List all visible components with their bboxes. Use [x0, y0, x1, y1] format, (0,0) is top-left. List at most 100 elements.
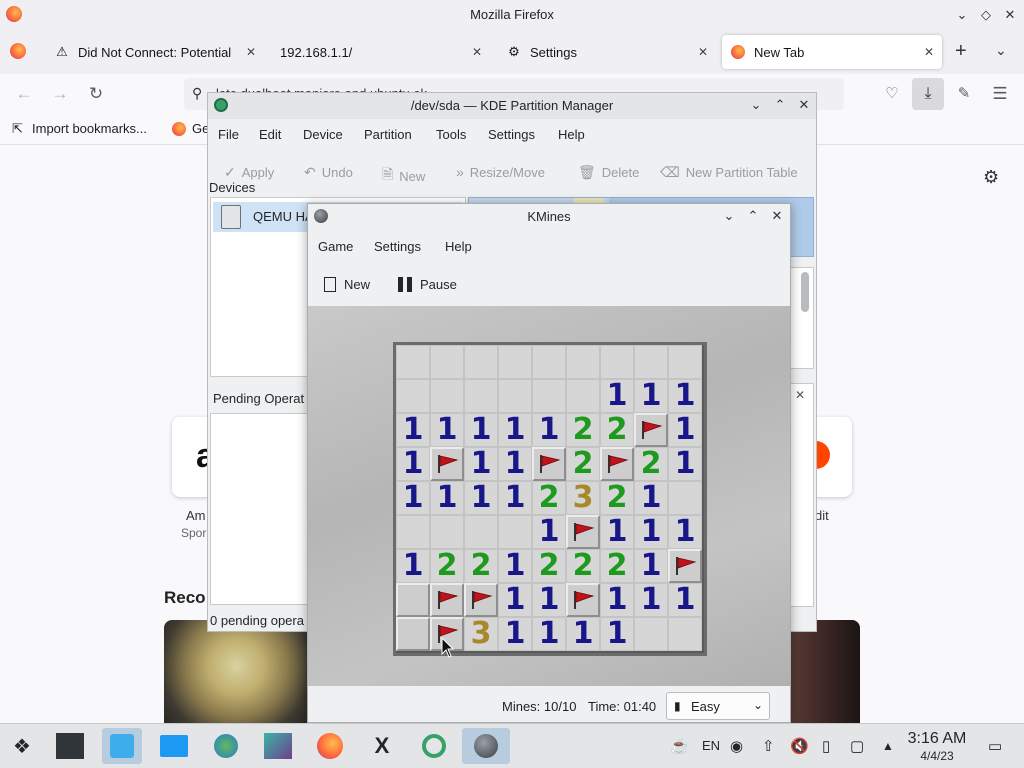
number-cell[interactable]: 1: [498, 549, 532, 583]
flag-cell[interactable]: [600, 447, 634, 481]
number-cell[interactable]: 2: [600, 549, 634, 583]
network-icon[interactable]: ▢: [850, 737, 864, 755]
xterm-icon[interactable]: X: [362, 728, 402, 764]
number-cell[interactable]: 1: [532, 413, 566, 447]
krita-icon[interactable]: [258, 728, 298, 764]
minimize-icon[interactable]: ⌄: [952, 5, 972, 25]
menu-settings[interactable]: Settings: [374, 239, 421, 254]
empty-cell[interactable]: [430, 379, 464, 413]
number-cell[interactable]: 2: [464, 549, 498, 583]
menu-game[interactable]: Game: [318, 239, 353, 254]
forward-icon[interactable]: →: [48, 82, 72, 106]
list-tabs-icon[interactable]: ⌄: [995, 42, 1007, 59]
empty-cell[interactable]: [532, 379, 566, 413]
flag-cell[interactable]: [430, 447, 464, 481]
empty-cell[interactable]: [566, 345, 600, 379]
number-cell[interactable]: 1: [668, 379, 702, 413]
empty-cell[interactable]: [396, 515, 430, 549]
delete-button[interactable]: 🗑 Delete: [578, 164, 639, 181]
close-icon[interactable]: ✕: [794, 95, 814, 115]
number-cell[interactable]: 2: [566, 549, 600, 583]
gear-icon[interactable]: ⚙: [983, 167, 999, 188]
tab-new-tab[interactable]: New Tab ✕: [722, 35, 942, 69]
menu-settings[interactable]: Settings: [488, 127, 535, 142]
resize-move-button[interactable]: » Resize/Move: [456, 164, 545, 180]
number-cell[interactable]: 1: [668, 447, 702, 481]
battery-icon[interactable]: ▯: [822, 737, 830, 755]
empty-cell[interactable]: [634, 617, 668, 651]
menu-file[interactable]: File: [218, 127, 239, 142]
tab-close-icon[interactable]: ✕: [472, 45, 482, 59]
recent-card-image[interactable]: [790, 620, 860, 723]
empty-cell[interactable]: [464, 345, 498, 379]
number-cell[interactable]: 1: [634, 515, 668, 549]
difficulty-select[interactable]: ▮ Easy ⌄: [666, 692, 770, 720]
menu-device[interactable]: Device: [303, 127, 343, 142]
scrollbar-handle[interactable]: [801, 272, 809, 312]
number-cell[interactable]: 2: [532, 549, 566, 583]
number-cell[interactable]: 1: [464, 413, 498, 447]
extensions-icon[interactable]: ✎: [952, 82, 976, 106]
window-titlebar[interactable]: /dev/sda — KDE Partition Manager ⌄ ⌃ ✕: [208, 93, 816, 119]
number-cell[interactable]: 2: [566, 447, 600, 481]
number-cell[interactable]: 1: [668, 413, 702, 447]
flag-cell[interactable]: [566, 515, 600, 549]
discover-icon[interactable]: [102, 728, 142, 764]
number-cell[interactable]: 2: [634, 447, 668, 481]
kmines-icon[interactable]: [462, 728, 510, 764]
tray-expand-icon[interactable]: ▲: [882, 739, 894, 753]
window-titlebar[interactable]: KMines ⌄ ⌃ ✕: [308, 204, 790, 230]
tab-router[interactable]: 192.168.1.1/ ✕: [272, 35, 490, 69]
clock-time[interactable]: 3:16 AM: [902, 730, 972, 748]
firefox-icon[interactable]: [310, 728, 350, 764]
recent-card-image[interactable]: [164, 620, 309, 723]
close-icon[interactable]: ✕: [795, 388, 805, 402]
flag-cell[interactable]: [668, 549, 702, 583]
empty-cell[interactable]: [498, 379, 532, 413]
number-cell[interactable]: 1: [396, 549, 430, 583]
maximize-icon[interactable]: ⌃: [743, 206, 763, 226]
empty-cell[interactable]: [396, 379, 430, 413]
minimize-icon[interactable]: ⌄: [719, 206, 739, 226]
number-cell[interactable]: 1: [464, 481, 498, 515]
back-icon[interactable]: ←: [12, 82, 36, 106]
number-cell[interactable]: 3: [566, 481, 600, 515]
dolphin-icon[interactable]: [154, 728, 194, 764]
empty-cell[interactable]: [464, 515, 498, 549]
show-desktop-icon[interactable]: ▭: [988, 737, 1002, 755]
number-cell[interactable]: 1: [498, 447, 532, 481]
close-icon[interactable]: ✕: [1000, 5, 1020, 25]
empty-cell[interactable]: [668, 345, 702, 379]
new-partition-table-button[interactable]: ⌫ New Partition Table: [660, 164, 798, 181]
pause-button[interactable]: Pause: [398, 277, 457, 292]
unrevealed-cell[interactable]: [396, 583, 430, 617]
number-cell[interactable]: 2: [600, 481, 634, 515]
number-cell[interactable]: 1: [464, 447, 498, 481]
number-cell[interactable]: 1: [668, 583, 702, 617]
eye-icon[interactable]: ◉: [730, 737, 743, 755]
number-cell[interactable]: 1: [498, 481, 532, 515]
tab-close-icon[interactable]: ✕: [698, 45, 708, 59]
number-cell[interactable]: 1: [634, 583, 668, 617]
reload-icon[interactable]: ↻: [84, 82, 108, 106]
flag-cell[interactable]: [430, 583, 464, 617]
number-cell[interactable]: 1: [600, 379, 634, 413]
number-cell[interactable]: 1: [396, 447, 430, 481]
number-cell[interactable]: 2: [430, 549, 464, 583]
empty-cell[interactable]: [498, 515, 532, 549]
number-cell[interactable]: 1: [600, 583, 634, 617]
empty-cell[interactable]: [430, 515, 464, 549]
number-cell[interactable]: 3: [464, 617, 498, 651]
tab-settings[interactable]: ⚙ Settings ✕: [498, 35, 716, 69]
number-cell[interactable]: 2: [566, 413, 600, 447]
number-cell[interactable]: 1: [566, 617, 600, 651]
flag-cell[interactable]: [464, 583, 498, 617]
empty-cell[interactable]: [668, 617, 702, 651]
number-cell[interactable]: 1: [532, 617, 566, 651]
menu-edit[interactable]: Edit: [259, 127, 281, 142]
new-partition-button[interactable]: 🗎 New: [382, 164, 425, 188]
firefox-view-icon[interactable]: [10, 43, 26, 59]
new-tab-icon[interactable]: +: [955, 40, 967, 63]
notifications-icon[interactable]: ☕: [670, 737, 689, 755]
empty-cell[interactable]: [430, 345, 464, 379]
